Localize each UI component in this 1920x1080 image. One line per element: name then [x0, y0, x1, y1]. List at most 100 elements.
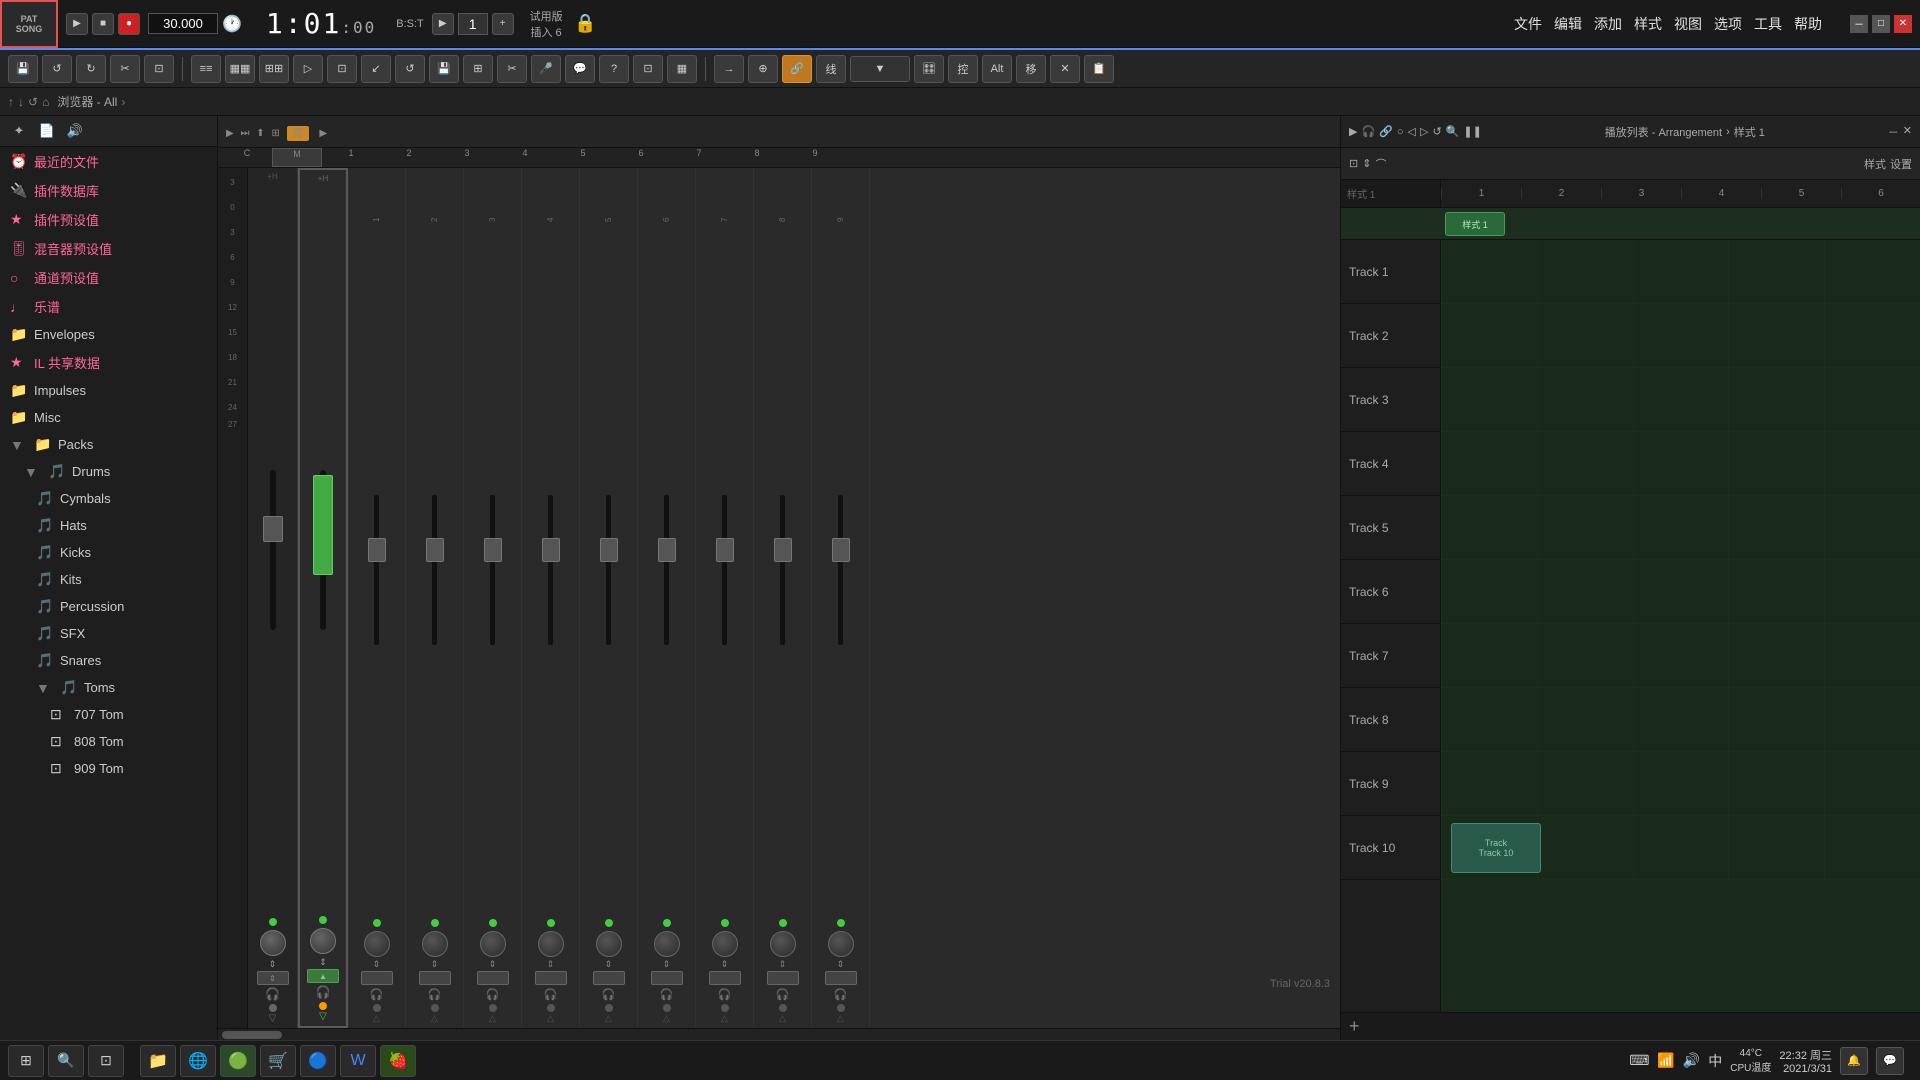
toolbar-t8[interactable]: 💾 [429, 55, 459, 83]
toolbar-cut[interactable]: ✂ [110, 55, 140, 83]
sidebar-item-packs[interactable]: ▼ 📁 Packs [0, 431, 217, 458]
menu-view[interactable]: 视图 [1674, 14, 1702, 34]
track-label-2[interactable]: Track 2 [1341, 304, 1440, 368]
ch-m-fader[interactable] [313, 475, 333, 575]
toolbar-control[interactable]: 控 [948, 55, 978, 83]
sidebar-item-snares[interactable]: 🎵 Snares [0, 647, 217, 674]
ch4-knob[interactable] [538, 931, 564, 957]
taskbar-app-store[interactable]: 🛒 [260, 1045, 296, 1077]
toolbar-x[interactable]: ✕ [1050, 55, 1080, 83]
pattern-next-button[interactable]: + [492, 13, 514, 35]
taskbar-app-chrome[interactable]: 🟢 [220, 1045, 256, 1077]
ch7-knob[interactable] [712, 931, 738, 957]
chat-button[interactable]: 💬 [1876, 1047, 1904, 1075]
menu-help[interactable]: 帮助 [1794, 14, 1822, 34]
ch8-fader[interactable] [774, 538, 792, 562]
sidebar-item-recent[interactable]: ⏰ 最近的文件 [0, 147, 217, 176]
channel-9[interactable]: 9 ⇕ 🎧 △ [812, 168, 870, 1028]
sidebar-item-hats[interactable]: 🎵 Hats [0, 512, 217, 539]
toolbar-plus[interactable]: ⊕ [748, 55, 778, 83]
ch7-fader[interactable] [716, 538, 734, 562]
sidebar-item-kicks[interactable]: 🎵 Kicks [0, 539, 217, 566]
ch-c-knob[interactable] [260, 930, 286, 956]
nav-home[interactable]: ⌂ [42, 95, 49, 109]
right-tool-draw[interactable]: ⌒ [1375, 156, 1386, 172]
right-headphone-btn[interactable]: 🎧 [1361, 125, 1375, 138]
nav-up[interactable]: ↑ [8, 95, 14, 109]
channel-1[interactable]: 1 ⇕ 🎧 △ [348, 168, 406, 1028]
task-view-button[interactable]: ⊡ [88, 1045, 124, 1077]
sidebar-item-mixer-presets[interactable]: 🎚 混音器预设值 [0, 234, 217, 263]
toolbar-t4[interactable]: ▷ [293, 55, 323, 83]
mixer-nav-link[interactable]: ⊞ [271, 128, 279, 139]
toolbar-arrow[interactable]: → [714, 55, 744, 83]
ch5-send[interactable] [593, 971, 625, 985]
ch3-send[interactable] [477, 971, 509, 985]
toolbar-t6[interactable]: ↙ [361, 55, 391, 83]
toolbar-mic[interactable]: 🎤 [531, 55, 561, 83]
sidebar-item-scores[interactable]: ♩ 乐谱 [0, 292, 217, 321]
add-track-btn[interactable]: + [1349, 1016, 1360, 1037]
ch9-fader[interactable] [832, 538, 850, 562]
track-label-3[interactable]: Track 3 [1341, 368, 1440, 432]
ch6-send[interactable] [651, 971, 683, 985]
mixer-nav-up[interactable]: ⬆ [256, 128, 264, 139]
right-play-btn[interactable]: ▶ [1349, 125, 1357, 138]
bpm-display[interactable]: 30.000 [148, 13, 218, 34]
ch-m-send[interactable]: ▲ [307, 969, 339, 983]
toolbar-t11[interactable]: ⊡ [633, 55, 663, 83]
toolbar-undo[interactable]: ↺ [42, 55, 72, 83]
taskbar-app-explorer[interactable]: 📁 [140, 1045, 176, 1077]
ch4-send[interactable] [535, 971, 567, 985]
ime-icon[interactable]: 中 [1708, 1051, 1722, 1071]
track-label-5[interactable]: Track 5 [1341, 496, 1440, 560]
track-10-block[interactable]: Track Track 10 [1451, 823, 1541, 873]
sidebar-item-707tom[interactable]: ⊡ 707 Tom [0, 701, 217, 728]
right-close-btn[interactable]: ✕ [1903, 124, 1912, 140]
ch8-send[interactable] [767, 971, 799, 985]
taskbar-app-flstudio[interactable]: 🍓 [380, 1045, 416, 1077]
ch-c-fader[interactable] [263, 516, 283, 542]
right-plus-btn[interactable]: ▷ [1420, 125, 1428, 138]
right-pause-btn[interactable]: ❚❚ [1463, 125, 1481, 138]
notification-button[interactable]: 🔔 [1840, 1047, 1868, 1075]
toolbar-line[interactable]: 线 [816, 55, 846, 83]
mixer-nav-arrow[interactable]: ▶ [319, 128, 327, 139]
ch-m-knob[interactable] [310, 928, 336, 954]
toolbar-help[interactable]: ? [599, 55, 629, 83]
close-button[interactable]: ✕ [1894, 15, 1912, 33]
toolbar-t1[interactable]: ≡≡ [191, 55, 221, 83]
menu-style[interactable]: 样式 [1634, 14, 1662, 34]
track-label-1[interactable]: Track 1 [1341, 240, 1440, 304]
sidebar-icon-volume[interactable]: 🔊 [64, 120, 86, 142]
track-label-8[interactable]: Track 8 [1341, 688, 1440, 752]
pattern-block-style1[interactable]: 样式 1 [1445, 212, 1505, 236]
toolbar-t7[interactable]: ↺ [395, 55, 425, 83]
toolbar-t5[interactable]: ⊡ [327, 55, 357, 83]
toolbar-copy[interactable]: ⊡ [144, 55, 174, 83]
ch1-fader[interactable] [368, 538, 386, 562]
ch4-fader[interactable] [542, 538, 560, 562]
ch5-fader[interactable] [600, 538, 618, 562]
right-zoom-btn[interactable]: 🔍 [1446, 125, 1460, 138]
taskbar-app-edge[interactable]: 🔵 [300, 1045, 336, 1077]
toolbar-clipboard[interactable]: 📋 [1084, 55, 1114, 83]
channel-3[interactable]: 3 ⇕ 🎧 △ [464, 168, 522, 1028]
sidebar-item-plugin-presets[interactable]: ★ 插件预设值 [0, 205, 217, 234]
pat-song-block[interactable]: PAT SONG [0, 0, 58, 48]
menu-edit[interactable]: 编辑 [1554, 14, 1582, 34]
ch6-fader[interactable] [658, 538, 676, 562]
toolbar-move[interactable]: 移 [1016, 55, 1046, 83]
ch9-send[interactable] [825, 971, 857, 985]
sidebar-icon-move[interactable]: ✦ [8, 120, 30, 142]
toolbar-redo[interactable]: ↻ [76, 55, 106, 83]
sidebar-icon-doc[interactable]: 📄 [36, 120, 58, 142]
right-minimize-btn[interactable]: － [1888, 124, 1899, 140]
sidebar-item-drums[interactable]: ▼ 🎵 Drums [0, 458, 217, 485]
toolbar-t10[interactable]: ✂ [497, 55, 527, 83]
mixer-nav-play[interactable]: ▶ [226, 128, 234, 139]
menu-file[interactable]: 文件 [1514, 14, 1542, 34]
ch3-knob[interactable] [480, 931, 506, 957]
toolbar-save[interactable]: 💾 [8, 55, 38, 83]
mixer-nav-skip[interactable]: ⏭ [240, 128, 249, 139]
